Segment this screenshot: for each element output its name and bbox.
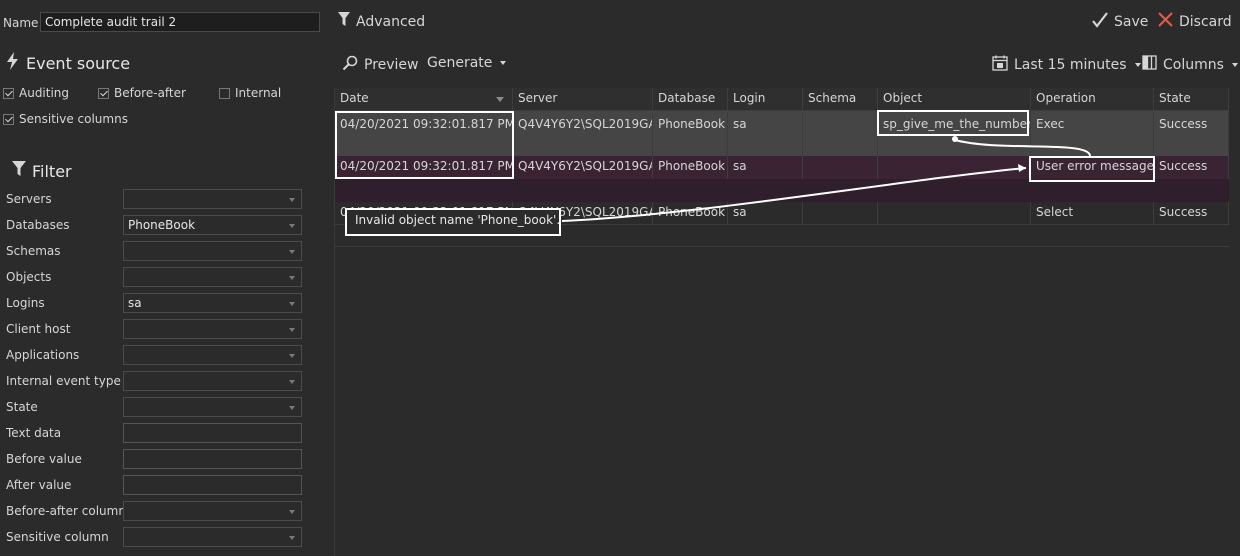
error-tooltip: Invalid object name 'Phone_book'. <box>345 208 561 236</box>
annotation-arrows <box>561 136 1091 222</box>
